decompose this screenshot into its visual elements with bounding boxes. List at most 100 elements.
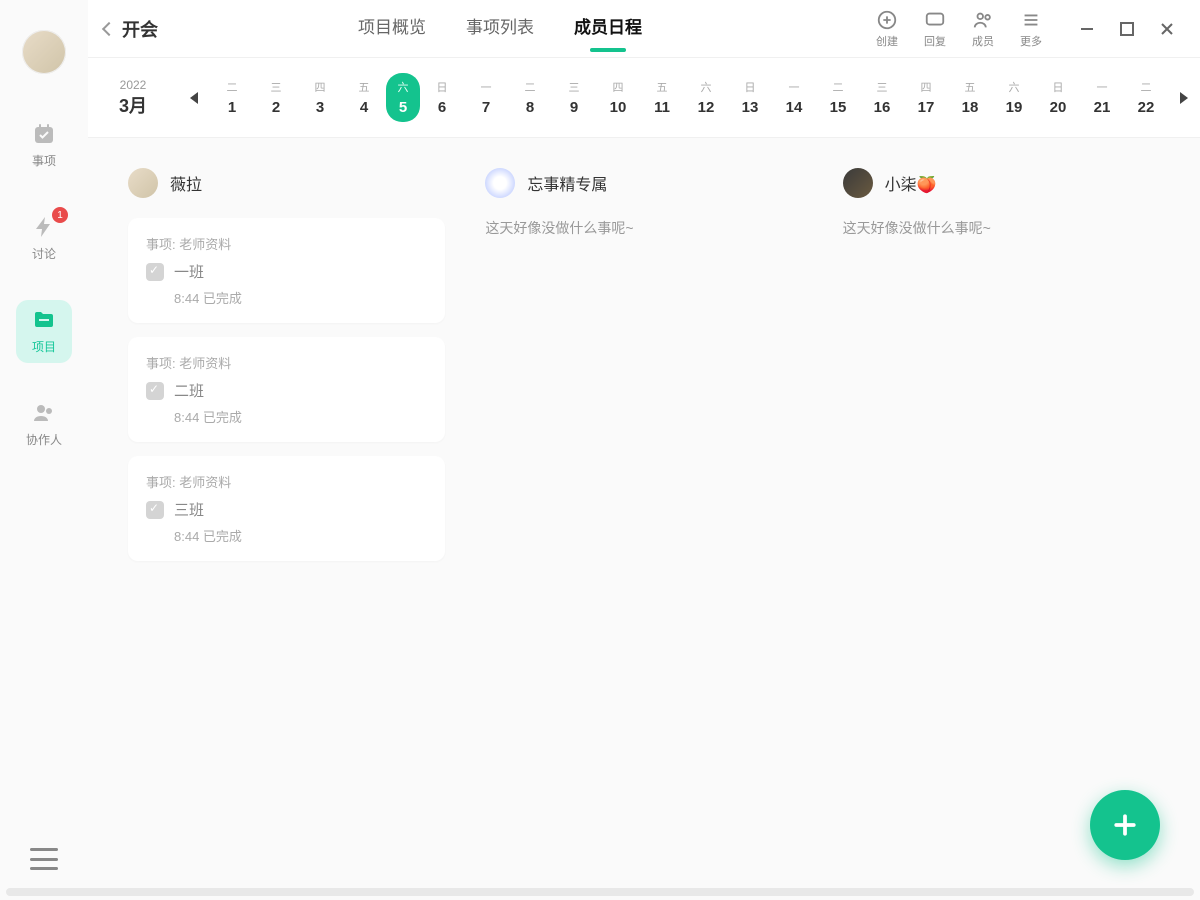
day-cell[interactable]: 日 20 (1036, 73, 1080, 122)
day-cell[interactable]: 五11 (640, 73, 684, 122)
user-avatar[interactable] (22, 30, 66, 74)
checkbox-icon[interactable] (146, 382, 164, 400)
day-cell[interactable]: 四 17 (904, 73, 948, 122)
day-number: 20 (1050, 99, 1067, 116)
day-cell[interactable]: 五4 (342, 73, 386, 122)
member-header: 忘事精专属 (485, 168, 802, 198)
create-button[interactable]: 创建 (876, 9, 898, 49)
header-actions: 创建 回复 成员 更多 (876, 9, 1176, 49)
content-area: 薇拉 事项: 老师资料一班8:44 已完成事项: 老师资料二班8:44 已完成事… (88, 138, 1200, 900)
checkbox-icon[interactable] (146, 501, 164, 519)
members-button[interactable]: 成员 (972, 9, 994, 49)
close-button[interactable] (1158, 20, 1176, 38)
day-of-week: 三 (271, 79, 282, 95)
day-of-week: 四 (921, 79, 932, 95)
member-column: 薇拉 事项: 老师资料一班8:44 已完成事项: 老师资料二班8:44 已完成事… (128, 168, 445, 870)
day-number: 11 (654, 99, 670, 116)
sidebar-item-discuss[interactable]: 1 讨论 (16, 207, 72, 270)
month-indicator[interactable]: 2022 3月 (88, 78, 178, 118)
sidebar-item-tasks[interactable]: 事项 (16, 114, 72, 177)
minimize-button[interactable] (1078, 20, 1096, 38)
day-number: 14 (786, 99, 803, 116)
day-cell[interactable]: 日13 (728, 73, 772, 122)
notification-badge: 1 (52, 207, 68, 223)
checkbox-icon[interactable] (146, 263, 164, 281)
users-icon (972, 9, 994, 31)
day-of-week: 三 (877, 79, 888, 95)
day-cell[interactable]: 六19 (992, 73, 1036, 122)
sidebar-item-collab[interactable]: 协作人 (16, 393, 72, 456)
day-of-week: 六 (701, 79, 712, 95)
menu-icon[interactable] (30, 848, 58, 870)
member-name: 薇拉 (170, 171, 202, 195)
fab-add-button[interactable] (1090, 790, 1160, 860)
day-number: 21 (1094, 99, 1111, 116)
sidebar-item-project[interactable]: 项目 (16, 300, 72, 363)
reply-button[interactable]: 回复 (924, 9, 946, 49)
day-cell[interactable]: 四3 (298, 73, 342, 122)
member-name: 小柒🍑 (885, 171, 937, 195)
task-card[interactable]: 事项: 老师资料一班8:44 已完成 (128, 218, 445, 323)
day-cell[interactable]: 二8 (508, 73, 552, 122)
tab-overview[interactable]: 项目概览 (358, 13, 426, 44)
day-cell[interactable]: 一 21 (1080, 73, 1124, 122)
task-project: 事项: 老师资料 (146, 353, 427, 372)
page-title: 开会 (122, 16, 158, 42)
day-of-week: 五 (359, 79, 370, 95)
empty-message: 这天好像没做什么事呢~ (485, 218, 802, 238)
member-header: 小柒🍑 (843, 168, 1160, 198)
next-arrow-icon[interactable] (1180, 92, 1188, 104)
day-of-week: 日 (1053, 79, 1064, 95)
day-number: 17 (918, 99, 935, 116)
day-cell[interactable]: 四10 (596, 73, 640, 122)
day-number: 16 (874, 99, 891, 116)
plus-circle-icon (876, 9, 898, 31)
day-cell[interactable]: 一7 (464, 73, 508, 122)
day-cell[interactable]: 五18 (948, 73, 992, 122)
day-cell[interactable]: 六5 (386, 73, 420, 122)
member-avatar[interactable] (843, 168, 873, 198)
day-number: 19 (1006, 99, 1023, 116)
day-of-week: 一 (1097, 79, 1108, 95)
tab-schedule[interactable]: 成员日程 (574, 13, 642, 44)
tab-list[interactable]: 事项列表 (466, 13, 534, 44)
day-number: 22 (1138, 99, 1155, 116)
day-cell[interactable]: 二 22 (1124, 73, 1168, 122)
days-strip: 二1三2四3五4六5日6一7二8三9四10五11六12日13一14二15三16四… (210, 73, 1168, 122)
member-header: 薇拉 (128, 168, 445, 198)
day-cell[interactable]: 二1 (210, 73, 254, 122)
day-number: 8 (526, 99, 534, 116)
day-cell[interactable]: 六12 (684, 73, 728, 122)
day-cell[interactable]: 三 16 (860, 73, 904, 122)
day-number: 5 (399, 99, 407, 116)
horizontal-scrollbar[interactable] (6, 888, 1194, 896)
task-status: 8:44 已完成 (146, 407, 427, 426)
day-cell[interactable]: 日6 (420, 73, 464, 122)
task-card[interactable]: 事项: 老师资料三班8:44 已完成 (128, 456, 445, 561)
more-button[interactable]: 更多 (1020, 9, 1042, 49)
member-avatar[interactable] (485, 168, 515, 198)
day-of-week: 一 (789, 79, 800, 95)
task-card[interactable]: 事项: 老师资料二班 8:44 已完成 (128, 337, 445, 442)
sidebar: 事项 1 讨论 项目 协作人 (0, 0, 88, 900)
calendar-check-icon (32, 122, 56, 146)
task-title: 一班 (174, 261, 204, 282)
chat-icon (924, 9, 946, 31)
day-of-week: 二 (1141, 79, 1152, 95)
menu-lines-icon (1020, 9, 1042, 31)
task-title: 二班 (174, 380, 204, 401)
member-avatar[interactable] (128, 168, 158, 198)
day-cell[interactable]: 三2 (254, 73, 298, 122)
day-of-week: 三 (569, 79, 580, 95)
task-status: 8:44 已完成 (146, 288, 427, 307)
day-cell[interactable]: 二15 (816, 73, 860, 122)
day-of-week: 六 (398, 79, 409, 95)
day-cell[interactable]: 一 14 (772, 73, 816, 122)
day-of-week: 二 (525, 79, 536, 95)
maximize-button[interactable] (1118, 20, 1136, 38)
day-number: 1 (228, 99, 236, 116)
day-cell[interactable]: 三9 (552, 73, 596, 122)
day-number: 2 (272, 99, 280, 116)
prev-arrow-icon[interactable] (190, 92, 198, 104)
back-button[interactable] (104, 24, 114, 34)
